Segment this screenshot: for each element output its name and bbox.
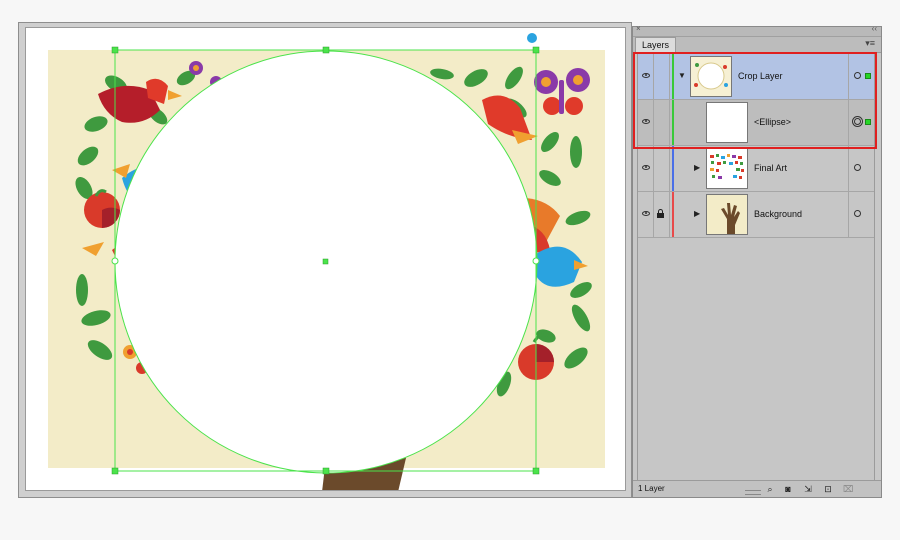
layer-name[interactable]: <Ellipse> bbox=[754, 117, 791, 127]
eye-icon[interactable] bbox=[642, 73, 650, 78]
layer-row-background[interactable]: ▶ Background bbox=[638, 192, 874, 238]
new-layer-icon[interactable]: ⊡ bbox=[823, 484, 833, 494]
lock-toggle[interactable] bbox=[654, 146, 670, 191]
artboard[interactable] bbox=[25, 27, 626, 491]
lock-toggle[interactable] bbox=[654, 54, 670, 99]
selection-indicator[interactable] bbox=[865, 119, 871, 125]
layer-count: 1 Layer bbox=[638, 484, 665, 493]
expand-triangle-icon[interactable]: ▼ bbox=[678, 71, 686, 80]
sublayer-icon[interactable]: ⇲ bbox=[803, 484, 813, 494]
layer-color-bar bbox=[672, 100, 674, 145]
lock-toggle[interactable] bbox=[654, 100, 670, 145]
collapse-icon[interactable]: ‹‹ bbox=[872, 24, 877, 33]
panel-titlebar[interactable]: × ‹‹ bbox=[633, 24, 881, 37]
layer-thumbnail bbox=[690, 56, 732, 97]
expand-triangle-icon[interactable]: ▶ bbox=[694, 163, 700, 172]
layer-thumbnail bbox=[706, 194, 748, 235]
expand-triangle-icon[interactable]: ▶ bbox=[694, 209, 700, 218]
make-clip-mask-icon[interactable]: ◙ bbox=[783, 484, 793, 494]
panel-menu-icon[interactable]: ▾≡ bbox=[865, 38, 875, 49]
artwork-canvas[interactable] bbox=[26, 28, 626, 491]
layers-list: ▼ Crop Layer <Ellipse> ▶ Final Art ▶ Bac… bbox=[637, 53, 875, 483]
layer-row-crop-layer[interactable]: ▼ Crop Layer bbox=[638, 54, 874, 100]
target-circle-icon[interactable] bbox=[854, 164, 861, 171]
document-window bbox=[18, 22, 632, 498]
layer-name[interactable]: Crop Layer bbox=[738, 71, 783, 81]
layer-name[interactable]: Background bbox=[754, 209, 802, 219]
layer-color-bar bbox=[672, 54, 674, 99]
lock-toggle[interactable] bbox=[654, 192, 670, 237]
target-appearance-icon[interactable] bbox=[852, 116, 863, 127]
selection-indicator[interactable] bbox=[865, 73, 871, 79]
eye-icon[interactable] bbox=[642, 119, 650, 124]
lock-icon[interactable] bbox=[657, 209, 664, 218]
target-cell[interactable] bbox=[848, 100, 874, 145]
delete-icon[interactable]: ⌧ bbox=[843, 484, 853, 494]
resize-grip[interactable] bbox=[745, 490, 761, 495]
eye-icon[interactable] bbox=[642, 165, 650, 170]
layer-name[interactable]: Final Art bbox=[754, 163, 787, 173]
eye-icon[interactable] bbox=[642, 211, 650, 216]
visibility-toggle[interactable] bbox=[638, 192, 654, 237]
target-cell[interactable] bbox=[848, 54, 874, 99]
target-cell[interactable] bbox=[848, 192, 874, 237]
search-icon[interactable]: ⌕ bbox=[765, 484, 775, 494]
layer-thumbnail bbox=[706, 148, 748, 189]
target-circle-icon[interactable] bbox=[854, 72, 861, 79]
panel-footer: 1 Layer ⌕ ◙ ⇲ ⊡ ⌧ bbox=[633, 480, 881, 497]
visibility-toggle[interactable] bbox=[638, 100, 654, 145]
close-icon[interactable]: × bbox=[636, 24, 641, 33]
visibility-toggle[interactable] bbox=[638, 54, 654, 99]
layer-thumbnail bbox=[706, 102, 748, 143]
target-cell[interactable] bbox=[848, 146, 874, 191]
visibility-toggle[interactable] bbox=[638, 146, 654, 191]
panel-tab-row: Layers ▾≡ bbox=[633, 37, 881, 53]
target-circle-icon[interactable] bbox=[854, 210, 861, 217]
tab-layers[interactable]: Layers bbox=[635, 37, 677, 52]
layers-panel: × ‹‹ Layers ▾≡ ▼ Crop Layer <Ellipse> ▶ … bbox=[632, 24, 882, 498]
layer-row-final-art[interactable]: ▶ Final Art bbox=[638, 146, 874, 192]
layer-color-bar bbox=[672, 192, 674, 237]
layer-color-bar bbox=[672, 146, 674, 191]
layer-row-ellipse[interactable]: <Ellipse> bbox=[638, 100, 874, 146]
